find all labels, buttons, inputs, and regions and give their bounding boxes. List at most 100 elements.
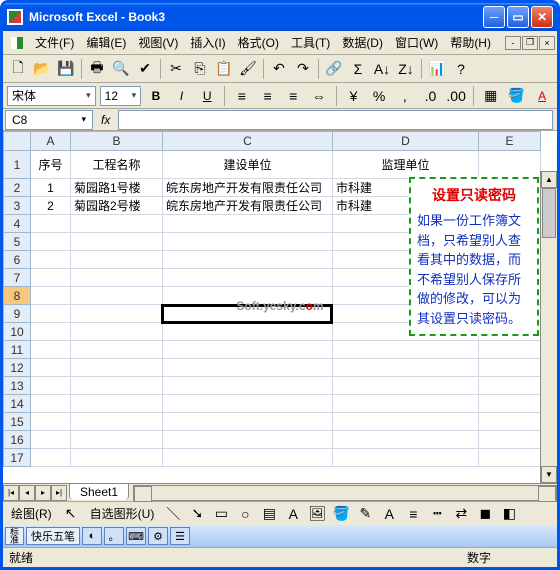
horizontal-scrollbar[interactable] [133, 485, 557, 501]
fx-label[interactable]: fx [93, 113, 118, 127]
close-button[interactable]: ✕ [531, 6, 553, 28]
underline-icon[interactable]: U [196, 85, 218, 107]
paste-icon[interactable]: 📋 [213, 58, 235, 80]
cell[interactable]: 皖东房地产开发有限责任公司 [163, 197, 333, 215]
cell[interactable] [31, 377, 71, 395]
font-name-combo[interactable]: 宋体 [7, 86, 96, 106]
cell[interactable]: 序号 [31, 151, 71, 179]
cell[interactable] [71, 431, 163, 449]
cell[interactable]: 工程名称 [71, 151, 163, 179]
cell[interactable] [333, 395, 479, 413]
increase-decimal-icon[interactable]: .0 [420, 85, 442, 107]
cell[interactable] [479, 413, 541, 431]
3d-icon[interactable]: ◧ [498, 503, 520, 525]
cell[interactable] [333, 377, 479, 395]
ime-option-icon[interactable]: ☰ [170, 527, 190, 545]
cell[interactable] [163, 431, 333, 449]
autoshapes-menu[interactable]: 自选图形(U) [84, 503, 161, 524]
cell[interactable] [71, 449, 163, 467]
row-header[interactable]: 9 [3, 305, 31, 323]
cell[interactable] [71, 233, 163, 251]
row-header[interactable]: 7 [3, 269, 31, 287]
help-icon[interactable]: ? [450, 58, 472, 80]
col-header-D[interactable]: D [333, 131, 479, 151]
row-header[interactable]: 13 [3, 377, 31, 395]
cell[interactable] [71, 359, 163, 377]
sort-asc-icon[interactable]: A↓ [371, 58, 393, 80]
tab-next-icon[interactable]: ▸ [35, 485, 51, 501]
scroll-up-icon[interactable]: ▲ [541, 171, 557, 188]
cell[interactable] [479, 341, 541, 359]
format-painter-icon[interactable]: 🖌 [237, 58, 259, 80]
cell[interactable]: 监理单位 [333, 151, 479, 179]
row-header[interactable]: 6 [3, 251, 31, 269]
font-size-combo[interactable]: 12 [100, 86, 141, 106]
ime-mode-icon[interactable]: 标准 [5, 527, 24, 545]
row-header[interactable]: 16 [3, 431, 31, 449]
undo-icon[interactable]: ↶ [268, 58, 290, 80]
sort-desc-icon[interactable]: Z↓ [395, 58, 417, 80]
cell[interactable]: 建设单位 [163, 151, 333, 179]
line-icon[interactable]: ＼ [162, 503, 184, 525]
cell[interactable] [31, 395, 71, 413]
wordart-icon[interactable]: A [282, 503, 304, 525]
cell[interactable] [163, 413, 333, 431]
cell[interactable] [333, 413, 479, 431]
arrow-style-icon[interactable]: ⇄ [450, 503, 472, 525]
cell[interactable] [163, 395, 333, 413]
cell[interactable] [163, 449, 333, 467]
cell[interactable] [71, 269, 163, 287]
cell[interactable] [479, 395, 541, 413]
cell[interactable] [31, 215, 71, 233]
cell[interactable] [71, 287, 163, 305]
borders-icon[interactable]: ▦ [480, 85, 502, 107]
cell[interactable] [163, 269, 333, 287]
cell[interactable] [163, 251, 333, 269]
chart-icon[interactable]: 📊 [426, 58, 448, 80]
cell[interactable] [71, 413, 163, 431]
cell[interactable] [31, 359, 71, 377]
row-header[interactable]: 12 [3, 359, 31, 377]
menu-insert[interactable]: 插入(I) [184, 32, 231, 53]
spreadsheet-grid[interactable]: A B C D E 1 序号 工程名称 建设单位 监理单位 2 1 菊园路1号楼… [3, 131, 557, 483]
row-header[interactable]: 4 [3, 215, 31, 233]
cell[interactable] [333, 431, 479, 449]
ime-fullwidth-icon[interactable]: ◐ [82, 527, 102, 545]
oval-icon[interactable]: ○ [234, 503, 256, 525]
row-header[interactable]: 3 [3, 197, 31, 215]
menu-data[interactable]: 数据(D) [336, 32, 389, 53]
cell[interactable] [163, 215, 333, 233]
bold-icon[interactable]: B [145, 85, 167, 107]
print-icon[interactable]: 🖶 [86, 58, 108, 80]
row-header[interactable]: 15 [3, 413, 31, 431]
menu-edit[interactable]: 编辑(E) [80, 32, 132, 53]
preview-icon[interactable]: 🔍 [110, 58, 132, 80]
col-header-C[interactable]: C [163, 131, 333, 151]
clipart-icon[interactable]: 🖼 [306, 503, 328, 525]
menu-window[interactable]: 窗口(W) [389, 32, 444, 53]
row-header[interactable]: 8 [3, 287, 31, 305]
cell[interactable] [479, 431, 541, 449]
tab-first-icon[interactable]: |◂ [3, 485, 19, 501]
select-arrow-icon[interactable]: ↖ [60, 503, 82, 525]
row-header[interactable]: 5 [3, 233, 31, 251]
arrow-icon[interactable]: ➘ [186, 503, 208, 525]
row-header[interactable]: 17 [3, 449, 31, 467]
row-header[interactable]: 10 [3, 323, 31, 341]
cell[interactable] [31, 431, 71, 449]
cell[interactable] [31, 287, 71, 305]
app-menu-icon[interactable] [9, 35, 25, 51]
tab-prev-icon[interactable]: ◂ [19, 485, 35, 501]
cell[interactable] [31, 233, 71, 251]
menu-format[interactable]: 格式(O) [232, 32, 285, 53]
cell[interactable]: 菊园路1号楼 [71, 179, 163, 197]
save-icon[interactable]: 💾 [55, 58, 77, 80]
comma-icon[interactable]: , [394, 85, 416, 107]
menu-view[interactable]: 视图(V) [132, 32, 184, 53]
cell[interactable]: 皖东房地产开发有限责任公司 [163, 179, 333, 197]
dash-style-icon[interactable]: ┅ [426, 503, 448, 525]
col-header-A[interactable]: A [31, 131, 71, 151]
cell[interactable] [479, 377, 541, 395]
cell[interactable] [31, 269, 71, 287]
font-color-icon[interactable]: A [531, 85, 553, 107]
